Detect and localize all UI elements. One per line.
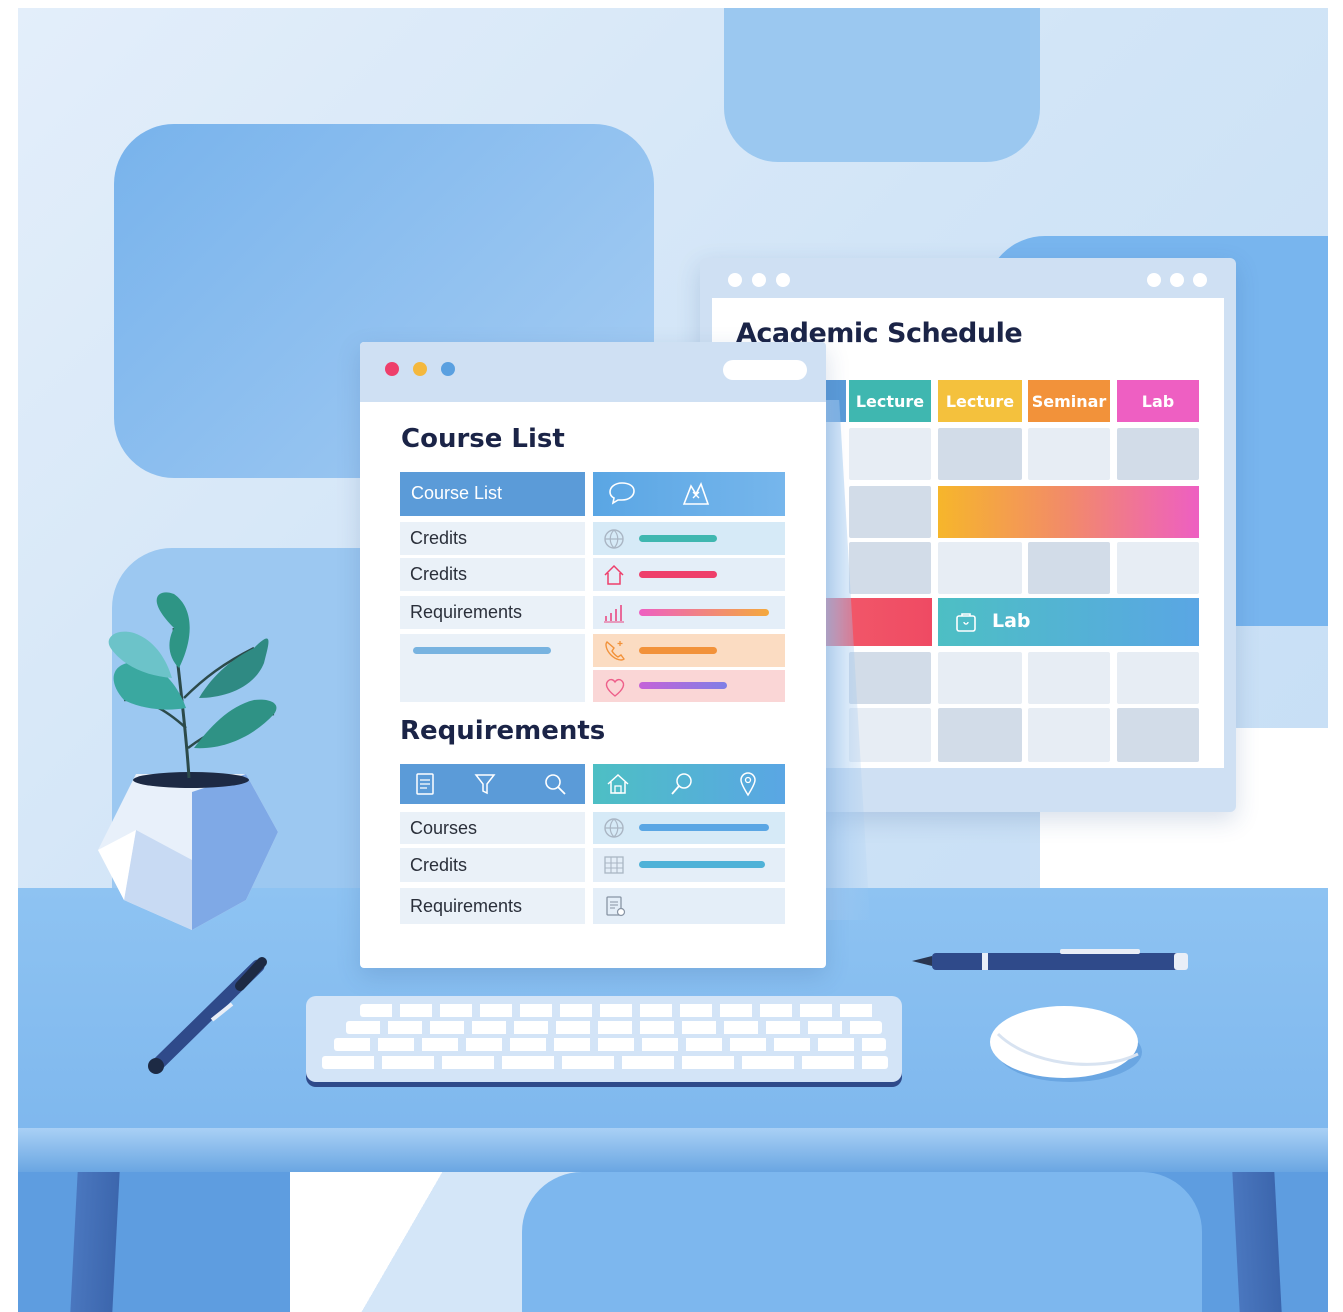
keyboard-key-row[interactable] (334, 1038, 886, 1051)
window-dot[interactable] (1193, 273, 1207, 287)
progress-bar-purple (639, 682, 727, 689)
pen (912, 946, 1194, 976)
requirements-icon-header[interactable] (593, 764, 785, 804)
icon-row[interactable] (593, 522, 785, 555)
schedule-column-lecture[interactable]: Lecture (849, 380, 931, 422)
phone-icon (602, 638, 628, 664)
keyboard-key-row[interactable] (346, 1021, 882, 1034)
schedule-cell[interactable] (1028, 542, 1110, 594)
schedule-column-seminar[interactable]: Seminar (1028, 380, 1110, 422)
course-row[interactable]: Credits (400, 558, 585, 591)
bag-icon (954, 610, 978, 634)
document-icon[interactable] (412, 771, 438, 797)
icon-header[interactable] (593, 472, 785, 516)
heart-icon (602, 674, 628, 700)
schedule-cell[interactable] (938, 708, 1022, 762)
desk-leg-right (1232, 1172, 1282, 1312)
schedule-cell[interactable] (938, 542, 1022, 594)
window-dot[interactable] (728, 273, 742, 287)
floor-shape (522, 1172, 1202, 1312)
plant-pot (96, 770, 280, 932)
globe-icon (603, 528, 625, 550)
course-row[interactable]: Credits (400, 522, 585, 555)
mouse[interactable] (988, 1004, 1144, 1084)
schedule-cell[interactable] (849, 542, 931, 594)
course-window-titlebar (360, 342, 826, 402)
course-list-header[interactable]: Course List (400, 472, 585, 516)
close-dot[interactable] (385, 362, 399, 376)
background-shape (724, 8, 1040, 162)
lab-event-block[interactable]: Lab (938, 598, 1199, 646)
magnifier-icon[interactable] (669, 771, 695, 797)
progress-bar-teal (639, 535, 717, 542)
desk-scene: Academic Schedule Lecture Lecture Semina… (0, 0, 1343, 1312)
course-row[interactable]: Requirements (400, 596, 585, 629)
window-dot[interactable] (752, 273, 766, 287)
schedule-cell[interactable] (849, 428, 931, 480)
schedule-cell[interactable] (1117, 652, 1199, 704)
globe-icon (603, 817, 625, 839)
schedule-cell[interactable] (1117, 708, 1199, 762)
keyboard-key-row[interactable] (322, 1056, 888, 1069)
course-list-title: Course List (401, 424, 565, 454)
schedule-cell[interactable] (849, 652, 931, 704)
filter-icon[interactable] (472, 771, 498, 797)
schedule-cell[interactable] (849, 486, 931, 538)
requirements-icon-row[interactable] (593, 888, 785, 924)
maximize-dot[interactable] (441, 362, 455, 376)
requirements-title: Requirements (400, 716, 606, 746)
icon-row[interactable] (593, 558, 785, 591)
schedule-column-lab[interactable]: Lab (1117, 380, 1199, 422)
progress-bar-teal (639, 861, 765, 868)
window-dot[interactable] (1147, 273, 1161, 287)
progress-bar-blue (639, 824, 769, 831)
schedule-event-block[interactable] (938, 486, 1199, 538)
window-dot[interactable] (1170, 273, 1184, 287)
schedule-cell[interactable] (1028, 708, 1110, 762)
grid-icon (603, 854, 625, 876)
progress-bar-gradient (639, 609, 769, 616)
chat-icon[interactable] (607, 480, 637, 508)
keyboard[interactable] (306, 996, 902, 1082)
search-icon[interactable] (542, 771, 568, 797)
clipboard-icon (603, 894, 627, 918)
requirements-toolbar[interactable] (400, 764, 585, 804)
course-window: Course List Course List Credits Credits … (360, 342, 826, 968)
pin-icon[interactable] (735, 771, 761, 797)
minimize-dot[interactable] (413, 362, 427, 376)
placeholder-bar (413, 647, 551, 654)
progress-bar-orange (639, 647, 717, 654)
progress-bar-pink (639, 571, 717, 578)
icon-row[interactable] (593, 596, 785, 629)
map-icon[interactable] (681, 480, 711, 508)
chart-icon (602, 601, 626, 625)
address-bar[interactable] (723, 360, 807, 380)
house-icon[interactable] (605, 771, 631, 797)
requirements-row[interactable]: Courses (400, 812, 585, 844)
plant-leaves (104, 588, 284, 780)
home-icon (602, 563, 626, 587)
schedule-cell[interactable] (938, 428, 1022, 480)
keyboard-key-row[interactable] (360, 1004, 880, 1017)
lab-event-label: Lab (992, 610, 1031, 632)
schedule-column-lecture[interactable]: Lecture (938, 380, 1022, 422)
requirements-icon-row[interactable] (593, 812, 785, 844)
schedule-cell[interactable] (938, 652, 1022, 704)
course-row-placeholder[interactable] (400, 634, 585, 702)
icon-row[interactable] (593, 634, 785, 667)
window-dot[interactable] (776, 273, 790, 287)
desk-edge (18, 1128, 1328, 1172)
desk-leg-left (70, 1172, 120, 1312)
schedule-cell[interactable] (1117, 542, 1199, 594)
requirements-icon-row[interactable] (593, 848, 785, 882)
icon-row[interactable] (593, 670, 785, 702)
schedule-cell[interactable] (1028, 428, 1110, 480)
schedule-cell[interactable] (1028, 652, 1110, 704)
requirements-row[interactable]: Requirements (400, 888, 585, 924)
requirements-row[interactable]: Credits (400, 848, 585, 882)
schedule-cell[interactable] (849, 708, 931, 762)
schedule-cell[interactable] (1117, 428, 1199, 480)
pen (140, 956, 270, 1082)
